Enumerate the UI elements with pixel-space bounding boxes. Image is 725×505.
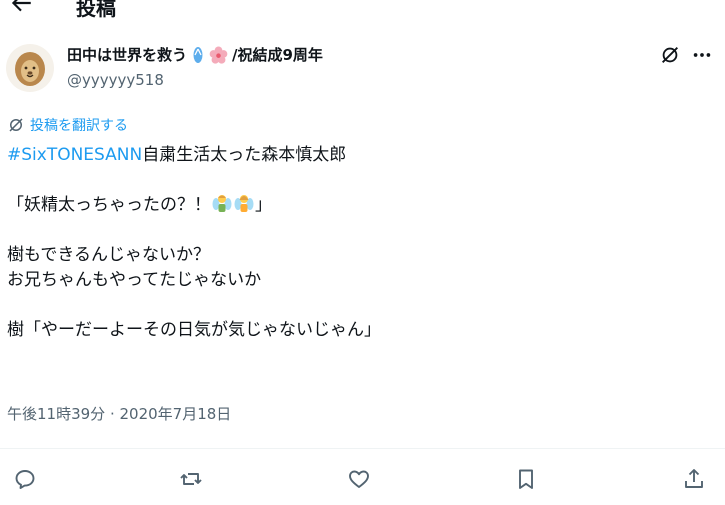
flip-flop-icon xyxy=(193,47,203,63)
tweet-line: #SixTONESANN自粛生活太った森本慎太郎 xyxy=(7,143,707,168)
bookmark-icon xyxy=(519,469,533,489)
tweet-text: #SixTONESANN自粛生活太った森本慎太郎 「妖精太っちゃったの？！ 」 … xyxy=(7,143,707,343)
grok-icon[interactable] xyxy=(659,44,681,66)
fairy-man-icon xyxy=(212,195,232,212)
back-arrow-icon[interactable] xyxy=(8,0,34,16)
translate-label: 投稿を翻訳する xyxy=(30,118,128,134)
bookmark-button[interactable] xyxy=(509,462,543,496)
tweet-line-text: 自粛生活太った森本慎太郎 xyxy=(142,145,347,165)
avatar[interactable] xyxy=(6,44,54,92)
timestamp[interactable]: 午後11時39分 · 2020年7月18日 xyxy=(7,404,231,424)
hashtag-link[interactable]: #SixTONESANN xyxy=(7,145,142,165)
tweet-line: 「妖精太っちゃったの？！ 」 xyxy=(7,193,707,218)
username[interactable]: @yyyyyy518 xyxy=(67,70,164,90)
reply-button[interactable] xyxy=(8,462,42,496)
lion-icon xyxy=(6,44,54,92)
header: 投稿 xyxy=(0,0,725,30)
display-name-suffix: /祝結成9周年 xyxy=(232,46,323,64)
tweet-line: 樹もできるんじゃないか？ xyxy=(7,245,210,265)
top-actions xyxy=(659,44,713,66)
share-icon xyxy=(685,469,703,488)
like-icon xyxy=(349,470,369,488)
grok-translate-icon xyxy=(9,118,23,132)
fairy-woman-icon xyxy=(234,195,254,212)
tweet-line-text: 」 xyxy=(255,195,272,215)
repost-button[interactable] xyxy=(174,462,208,496)
action-bar xyxy=(0,462,725,496)
page-title: 投稿 xyxy=(76,0,116,20)
repost-icon xyxy=(180,473,202,485)
display-name-prefix: 田中は世界を救う xyxy=(67,46,188,64)
more-options-icon[interactable] xyxy=(691,44,713,66)
tweet-line: 樹「やーだーよーその日気が気じゃないじゃん」 xyxy=(7,320,381,340)
divider xyxy=(0,448,725,449)
translate-link[interactable]: 投稿を翻訳する xyxy=(7,115,128,135)
reply-icon xyxy=(15,470,35,489)
share-button[interactable] xyxy=(677,462,711,496)
tweet-line: お兄ちゃんもやってたじゃないか xyxy=(7,270,262,290)
cherry-blossom-icon xyxy=(209,45,228,64)
like-button[interactable] xyxy=(342,462,376,496)
display-name[interactable]: 田中は世界を救う /祝結成9周年 xyxy=(67,45,323,65)
tweet-line-text: 「妖精太っちゃったの？！ xyxy=(7,195,211,215)
